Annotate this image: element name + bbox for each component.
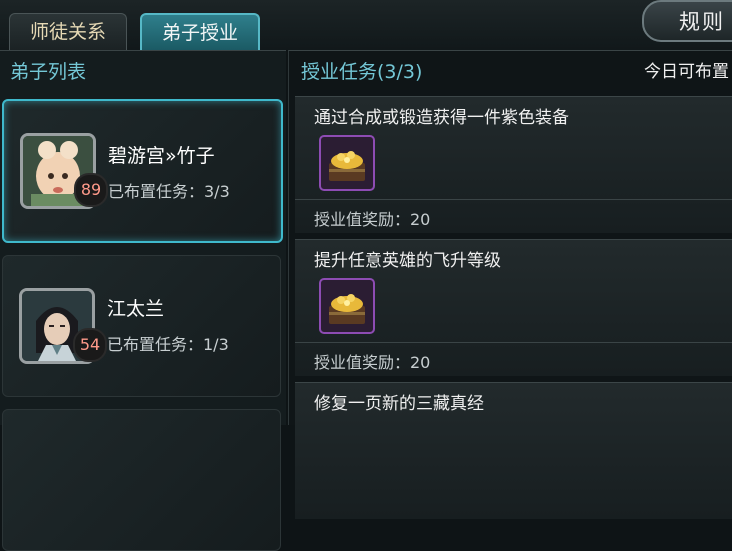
student-name: 江太兰 (107, 298, 165, 320)
task-reward: 授业值奖励：20 (314, 210, 431, 229)
task-card: 修复一页新的三藏真经 (295, 382, 732, 519)
treasure-chest-icon[interactable] (319, 135, 375, 191)
task-reward: 授业值奖励：20 (314, 353, 431, 372)
tab-master-relation[interactable]: 师徒关系 (9, 13, 127, 50)
level-badge: 89 (74, 173, 108, 207)
teaching-tasks-panel: 授业任务(3/3) 今日可布置 通过合成或锻造获得一件紫色装备 授业值奖励：20… (288, 50, 732, 519)
task-title: 通过合成或锻造获得一件紫色装备 (314, 108, 569, 128)
level-badge: 54 (73, 328, 107, 362)
rules-button-label: 规则 (679, 10, 725, 34)
student-task-count: 已布置任务：1/3 (107, 335, 229, 354)
assign-tip-text: 今日可布置 (644, 62, 729, 82)
student-list-title: 弟子列表 (10, 61, 87, 83)
task-card: 提升任意英雄的飞升等级 授业值奖励：20 (295, 239, 732, 376)
top-bar: 师徒关系 弟子授业 规则 (0, 0, 732, 51)
tab-student-teaching[interactable]: 弟子授业 (140, 13, 260, 51)
rules-button[interactable]: 规则 (642, 0, 732, 42)
student-name: 碧游宫»竹子 (108, 145, 215, 167)
task-title: 提升任意英雄的飞升等级 (314, 251, 501, 271)
task-card: 通过合成或锻造获得一件紫色装备 授业值奖励：20 (295, 96, 732, 233)
treasure-chest-icon[interactable] (319, 278, 375, 334)
task-reward-row: 授业值奖励：20 (295, 199, 732, 234)
task-title: 修复一页新的三藏真经 (314, 394, 484, 414)
tasks-panel-title: 授业任务(3/3) (301, 61, 423, 83)
student-task-count: 已布置任务：3/3 (108, 182, 230, 201)
student-list-panel: 弟子列表 89 碧游宫»竹子 已布置任务：3/3 54 江太兰 已布置任务：1/… (0, 50, 286, 551)
task-reward-row: 授业值奖励：20 (295, 342, 732, 377)
student-card[interactable] (2, 409, 281, 551)
student-card[interactable]: 54 江太兰 已布置任务：1/3 (2, 255, 281, 397)
student-card[interactable]: 89 碧游宫»竹子 已布置任务：3/3 (2, 99, 283, 243)
